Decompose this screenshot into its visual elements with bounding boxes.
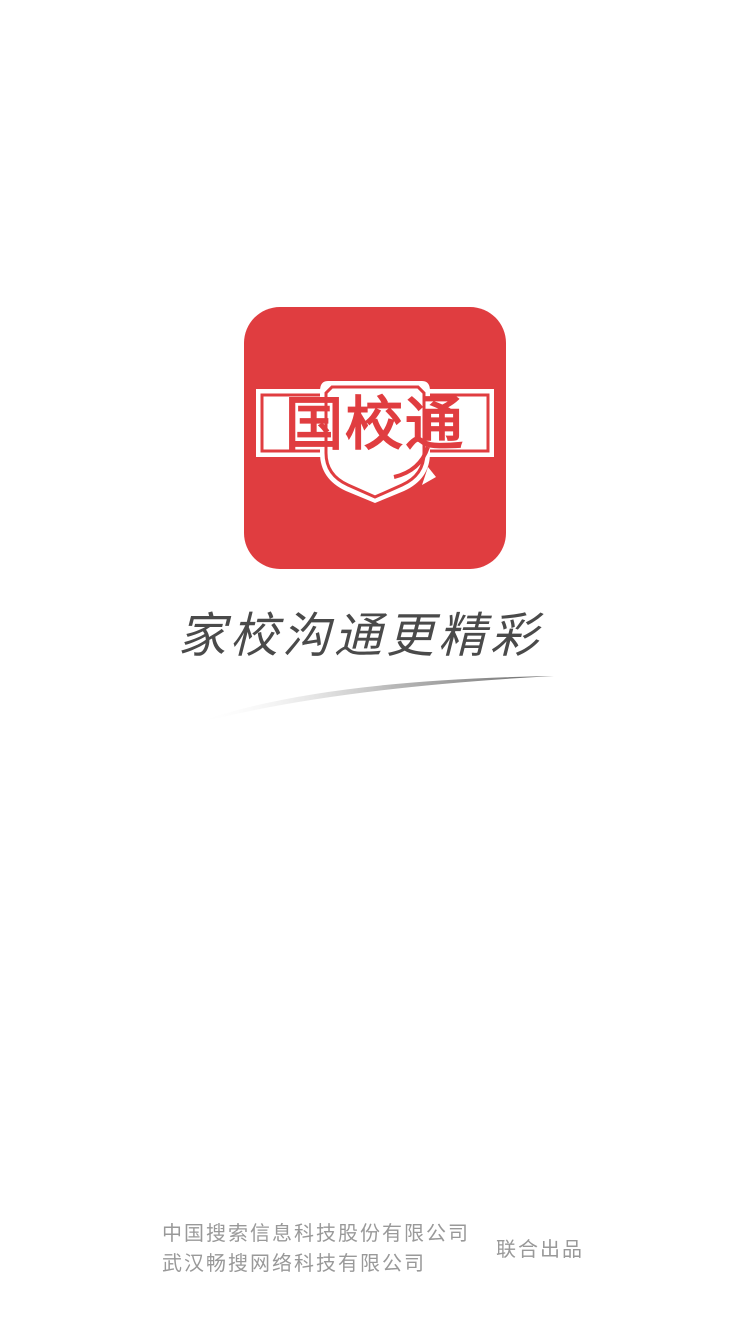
company-list: 中国搜索信息科技股份有限公司 武汉畅搜网络科技有限公司 bbox=[162, 1218, 492, 1278]
footer-credits: 中国搜索信息科技股份有限公司 武汉畅搜网络科技有限公司 联合出品 bbox=[162, 1218, 602, 1282]
logo-text: 国校通 bbox=[284, 390, 465, 458]
company-name-1: 中国搜索信息科技股份有限公司 bbox=[162, 1221, 470, 1245]
joint-production-label: 联合出品 bbox=[496, 1237, 584, 1261]
splash-screen: 国校通 家校沟通更精彩 中国搜索信息科技股份有限公司 武汉畅搜网络科技有限公司 … bbox=[0, 0, 750, 1334]
swoosh-decoration bbox=[194, 676, 554, 724]
app-logo: 国校通 bbox=[244, 307, 506, 569]
company-name-2: 武汉畅搜网络科技有限公司 bbox=[162, 1251, 426, 1275]
slogan-text: 家校沟通更精彩 bbox=[178, 608, 543, 664]
